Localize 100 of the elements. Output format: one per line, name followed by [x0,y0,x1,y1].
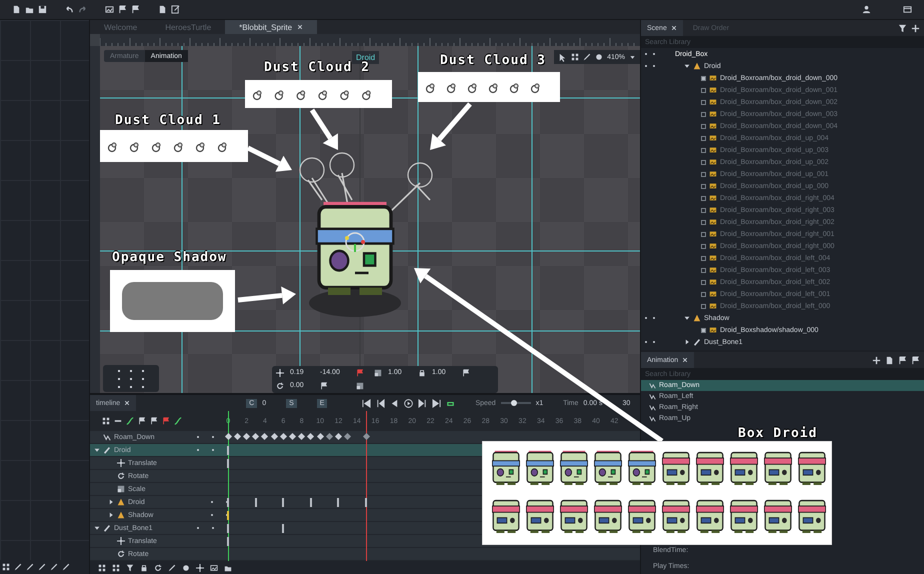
pen-icon[interactable] [168,564,176,572]
curve-icon[interactable] [126,417,134,425]
new-file-icon[interactable] [12,5,21,14]
expand-caret-icon[interactable] [684,63,690,69]
curve-icon[interactable] [174,417,182,425]
image-icon[interactable] [105,5,114,14]
folder-icon[interactable] [224,564,232,572]
first-frame-icon[interactable] [362,398,372,408]
key-marker[interactable] [365,498,367,507]
undo-icon[interactable] [65,5,74,14]
scale-icon[interactable] [356,382,364,390]
anchor-grid-drawing [118,370,144,388]
key-marker[interactable] [227,511,229,520]
checkbox[interactable] [701,292,706,296]
checkbox[interactable] [701,136,706,140]
play-icon[interactable] [404,398,414,408]
flag-icon[interactable] [462,368,470,376]
grid-icon[interactable] [571,53,580,61]
filter-icon[interactable] [898,24,907,32]
checkbox[interactable] [701,196,706,200]
bar-icon[interactable] [114,417,122,425]
key-marker[interactable] [227,459,229,468]
last-frame-icon[interactable] [432,398,442,408]
keyframe[interactable] [362,432,370,440]
flag-icon[interactable] [150,417,158,425]
lock-icon[interactable] [418,368,426,376]
checkbox[interactable] [701,160,706,164]
add-icon[interactable] [911,24,920,32]
grid-icon[interactable] [102,417,110,425]
checkbox[interactable] [701,208,706,212]
expand-caret-icon[interactable] [108,499,114,505]
checkbox[interactable] [701,280,706,284]
key-marker[interactable] [227,498,229,507]
checkbox[interactable] [701,172,706,176]
cursor-icon[interactable] [558,52,568,62]
close-icon[interactable] [297,24,304,30]
checkbox[interactable] [701,148,706,152]
image-icon [709,134,717,142]
slider-thumb[interactable] [511,400,518,406]
user-icon[interactable] [862,5,871,14]
pen-icon[interactable] [583,53,592,61]
close-icon[interactable] [670,25,677,31]
flag-icon[interactable] [911,356,920,364]
list-icon[interactable] [112,564,120,572]
expand-caret-icon[interactable] [94,447,100,453]
list-icon[interactable] [98,564,106,572]
move-icon[interactable] [196,564,204,572]
checkbox[interactable] [701,112,706,116]
checkbox[interactable] [701,328,706,332]
flag-icon[interactable] [898,356,907,364]
checkbox[interactable] [701,220,706,224]
expand-caret-icon[interactable] [94,525,100,531]
checkbox[interactable] [701,304,706,308]
window-icon[interactable] [903,5,912,14]
file-icon[interactable] [885,356,894,364]
checkbox[interactable] [701,88,706,92]
checkbox[interactable] [701,268,706,272]
key-marker[interactable] [227,537,229,546]
document-tab[interactable]: *Blobbit_Sprite [225,20,318,34]
previous-frame-icon[interactable] [376,398,386,408]
save-icon[interactable] [38,5,47,14]
key-marker[interactable] [310,498,312,507]
checkbox[interactable] [701,256,706,260]
checkbox[interactable] [701,184,706,188]
checkbox[interactable] [701,244,706,248]
filter-icon[interactable] [126,564,134,572]
eye-icon[interactable] [595,53,604,61]
folder-icon[interactable] [25,5,34,14]
key-marker[interactable] [227,524,229,533]
anchor-widget[interactable] [103,365,159,392]
key-marker[interactable] [282,524,284,533]
checkbox[interactable] [701,124,706,128]
caret-icon[interactable] [629,54,636,60]
flag-icon[interactable] [131,5,140,14]
image-icon[interactable] [210,564,218,572]
flag-icon[interactable] [320,382,328,390]
flag-icon[interactable] [138,417,146,425]
expand-caret-icon[interactable] [684,315,690,321]
flag-icon[interactable] [118,5,127,14]
export-icon[interactable] [158,5,167,14]
expand-caret-icon[interactable] [684,339,690,345]
key-marker[interactable] [282,498,284,507]
reverse-play-icon[interactable] [390,398,400,408]
add-icon[interactable] [872,356,881,364]
key-marker[interactable] [254,498,257,507]
key-marker[interactable] [227,446,229,455]
expand-caret-icon[interactable] [108,512,114,518]
edit-icon[interactable] [171,5,180,14]
redo-icon[interactable] [78,5,87,14]
checkbox[interactable] [701,76,706,80]
close-icon[interactable] [124,400,130,406]
rotate-icon[interactable] [154,564,162,572]
key-marker[interactable] [337,498,340,507]
checkbox[interactable] [701,232,706,236]
eye-icon[interactable] [182,564,190,572]
next-frame-icon[interactable] [418,398,428,408]
close-icon[interactable] [682,357,688,363]
lock-icon[interactable] [140,564,148,572]
checkbox[interactable] [701,100,706,104]
grid-icon[interactable] [2,563,10,571]
